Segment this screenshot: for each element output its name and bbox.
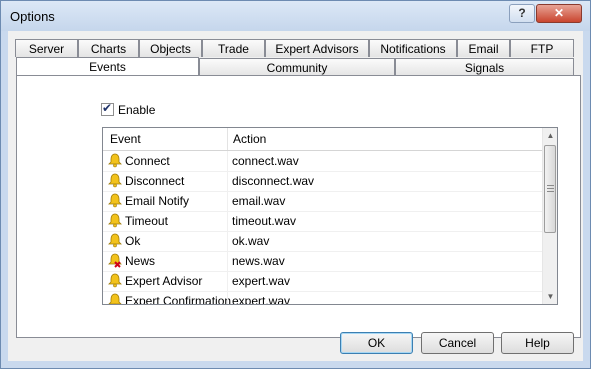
- cell-divider: [227, 211, 228, 231]
- tab-community[interactable]: Community: [199, 58, 395, 76]
- column-header-event[interactable]: Event: [110, 132, 141, 146]
- scroll-down-arrow-icon[interactable]: ▼: [543, 289, 557, 304]
- list-row[interactable]: Disconnect disconnect.wav: [103, 171, 542, 192]
- close-button[interactable]: ✕: [536, 4, 582, 23]
- vertical-scrollbar[interactable]: ▲ ▼: [542, 128, 557, 304]
- event-name: Connect: [125, 154, 170, 168]
- bell-icon: [108, 233, 122, 248]
- column-divider[interactable]: [227, 128, 228, 150]
- options-window: Options ? ✕ Server Charts Objects Trade …: [0, 0, 591, 369]
- tab-expert-advisors[interactable]: Expert Advisors: [265, 39, 369, 57]
- help-title-button[interactable]: ?: [509, 4, 535, 23]
- scroll-thumb[interactable]: [544, 145, 556, 233]
- events-list[interactable]: Event Action Connect connect.wav Disconn…: [102, 127, 558, 305]
- list-row[interactable]: Ok ok.wav: [103, 231, 542, 252]
- event-name: Timeout: [125, 214, 168, 228]
- grip-line: [547, 185, 554, 186]
- bell-icon: [108, 173, 122, 188]
- list-row[interactable]: Connect connect.wav: [103, 151, 542, 172]
- cell-divider: [227, 231, 228, 251]
- event-name: Expert Confirmation: [125, 294, 232, 305]
- event-name: Email Notify: [125, 194, 190, 208]
- grip-line: [547, 191, 554, 192]
- event-action: expert.wav: [232, 274, 291, 288]
- list-row[interactable]: Email Notify email.wav: [103, 191, 542, 212]
- list-row[interactable]: Timeout timeout.wav: [103, 211, 542, 232]
- event-action: news.wav: [232, 254, 285, 268]
- event-action: email.wav: [232, 194, 286, 208]
- bell-icon: [108, 273, 122, 288]
- event-action: timeout.wav: [232, 214, 297, 228]
- tab-notifications[interactable]: Notifications: [369, 39, 457, 57]
- grip-line: [547, 188, 554, 189]
- ok-button[interactable]: OK: [340, 332, 413, 354]
- cell-divider: [227, 291, 228, 304]
- cell-divider: [227, 151, 228, 171]
- enable-checkbox[interactable]: ✔: [101, 101, 114, 116]
- event-action: connect.wav: [232, 154, 299, 168]
- bell-icon: [108, 213, 122, 228]
- tab-ftp[interactable]: FTP: [510, 39, 574, 57]
- list-row[interactable]: Expert Advisor expert.wav: [103, 271, 542, 292]
- event-action: expert.wav: [232, 294, 291, 305]
- event-name: Disconnect: [125, 174, 185, 188]
- cell-divider: [227, 271, 228, 291]
- tab-objects[interactable]: Objects: [139, 39, 202, 57]
- title-bar[interactable]: Options ? ✕: [1, 1, 590, 31]
- bell-icon: [108, 193, 122, 208]
- help-button[interactable]: Help: [501, 332, 574, 354]
- enable-label: Enable: [118, 103, 156, 117]
- event-action: disconnect.wav: [232, 174, 315, 188]
- bell-disabled-icon: [108, 253, 122, 268]
- tab-server[interactable]: Server: [15, 39, 78, 57]
- list-header: Event Action: [103, 128, 542, 151]
- cell-divider: [227, 171, 228, 191]
- tab-trade[interactable]: Trade: [202, 39, 265, 57]
- column-header-action[interactable]: Action: [233, 132, 266, 146]
- tab-signals[interactable]: Signals: [395, 58, 574, 76]
- scroll-up-arrow-icon[interactable]: ▲: [543, 128, 557, 143]
- cell-divider: [227, 251, 228, 271]
- event-action: ok.wav: [232, 234, 270, 248]
- cancel-button[interactable]: Cancel: [421, 332, 494, 354]
- dialog-client-area: Server Charts Objects Trade Expert Advis…: [8, 31, 583, 361]
- tab-events[interactable]: Events: [16, 57, 199, 76]
- window-title: Options: [10, 9, 55, 24]
- tab-charts[interactable]: Charts: [78, 39, 139, 57]
- bell-icon: [108, 293, 122, 304]
- event-name: Ok: [125, 234, 141, 248]
- tab-email[interactable]: Email: [457, 39, 510, 57]
- event-name: Expert Advisor: [125, 274, 203, 288]
- checkmark-icon: ✔: [102, 101, 113, 115]
- cell-divider: [227, 191, 228, 211]
- list-row[interactable]: News news.wav: [103, 251, 542, 272]
- list-row[interactable]: Expert Confirmation expert.wav: [103, 291, 542, 305]
- bell-icon: [108, 153, 122, 168]
- event-name: News: [125, 254, 156, 268]
